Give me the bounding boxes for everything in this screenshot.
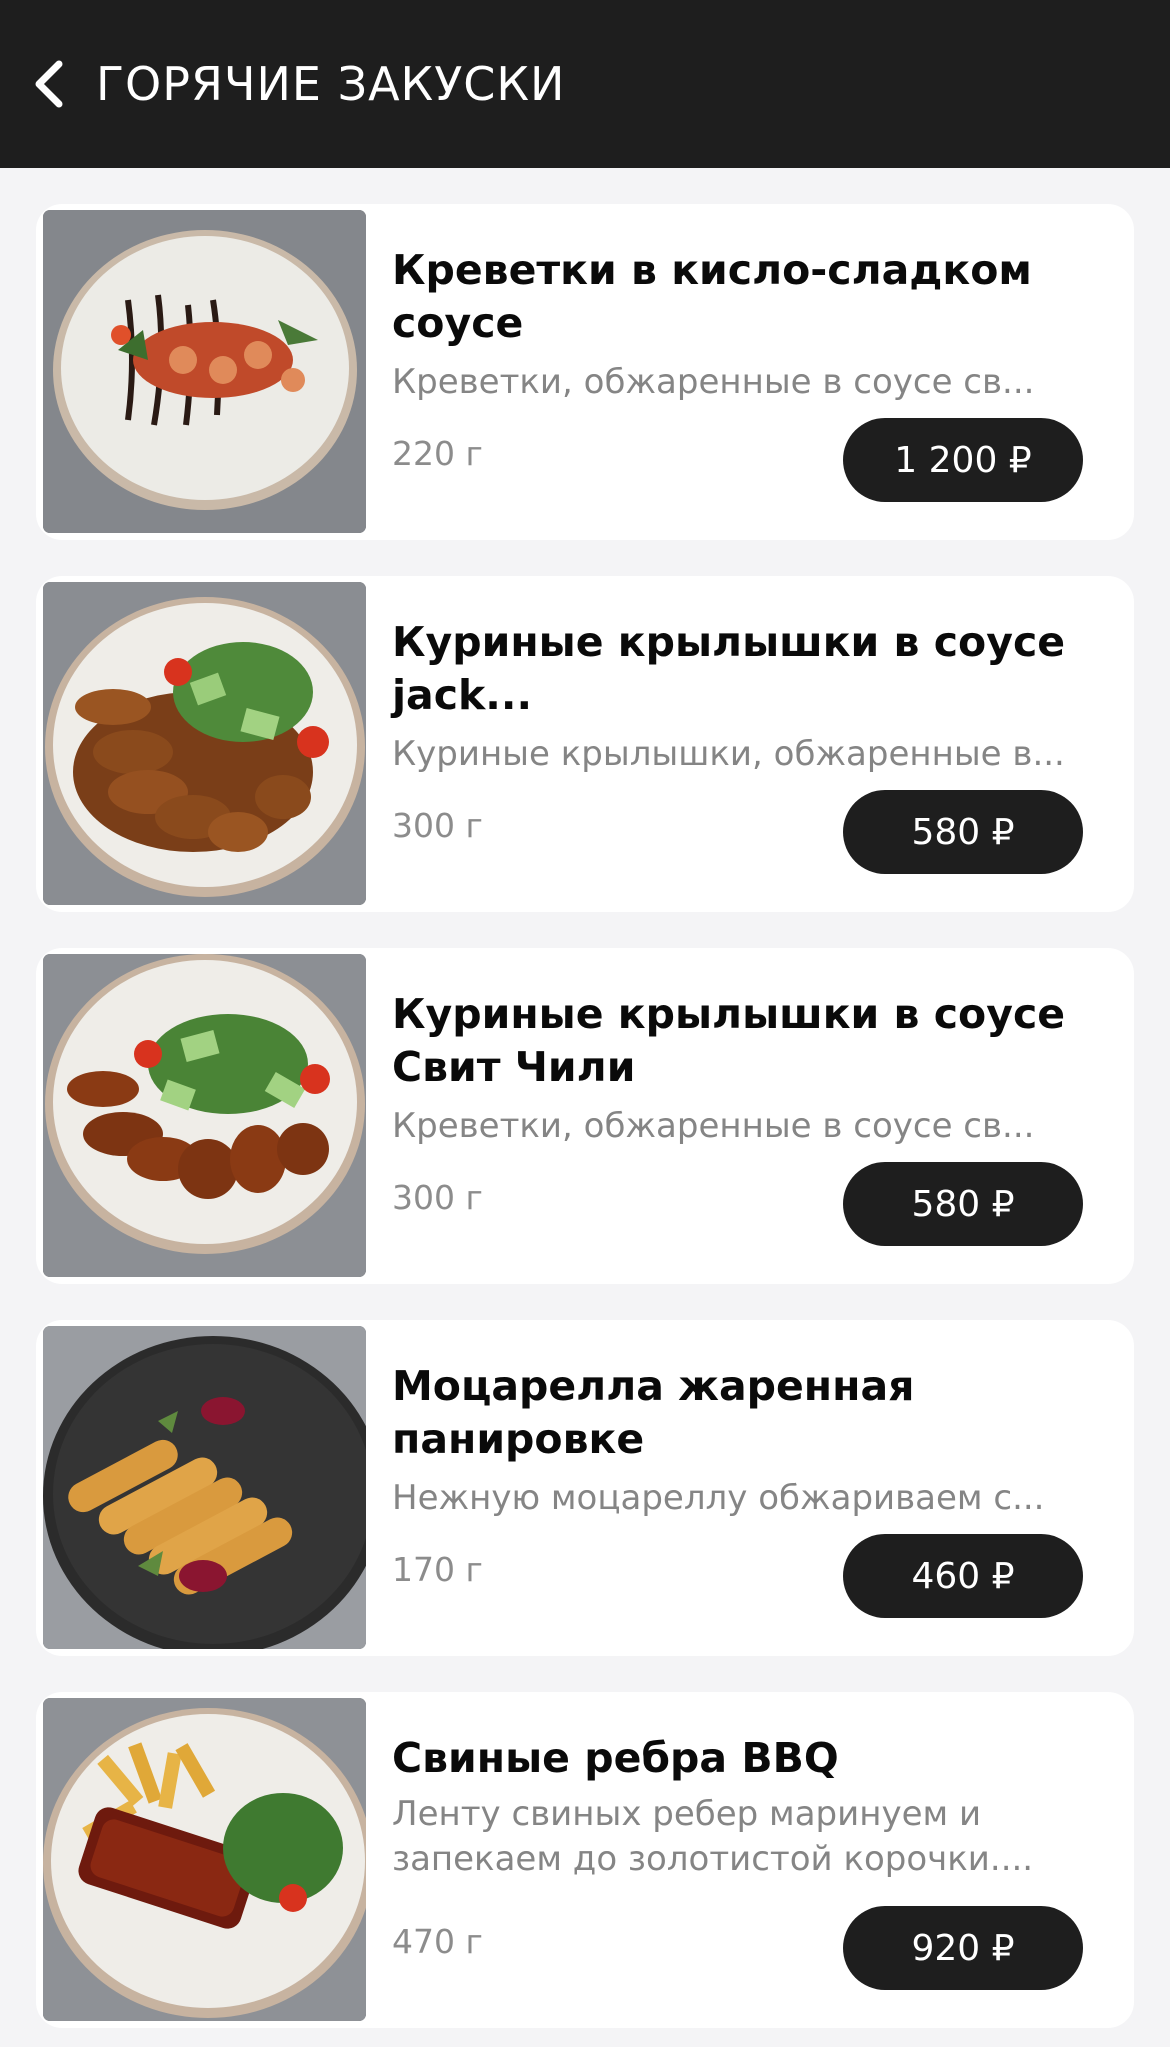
dish-photo-wings-sweet-chili [43,954,366,1277]
dish-photo-wings-jack [43,582,366,905]
add-to-cart-price-button[interactable]: 1 200 ₽ [843,418,1083,502]
dish-weight: 220 г [392,434,483,473]
menu-item-card[interactable]: Куриные крылышки в соусе Свит Чили Креве… [36,948,1134,1284]
add-to-cart-price-button[interactable]: 580 ₽ [843,1162,1083,1246]
dish-title: Моцарелла жаренная панировке [392,1362,915,1463]
back-button[interactable] [28,50,68,118]
dish-description: Куриные крылышки, обжаренные в... [392,734,1065,774]
dish-weight: 470 г [392,1922,483,1961]
menu-item-card[interactable]: Креветки в кисло-сладком соусе Креветки,… [36,204,1134,540]
dish-photo-mozzarella [43,1326,366,1649]
dish-weight: 170 г [392,1550,483,1589]
top-app-bar: ГОРЯЧИЕ ЗАКУСКИ [0,0,1170,168]
dish-weight: 300 г [392,1178,483,1217]
dish-weight: 300 г [392,806,483,845]
dish-title: Куриные крылышки в соусе Свит Чили [392,990,1066,1091]
add-to-cart-price-button[interactable]: 580 ₽ [843,790,1083,874]
menu-item-card[interactable]: Куриные крылышки в соусе jack... Куриные… [36,576,1134,912]
dish-description: Креветки, обжаренные в соусе св... [392,1106,1035,1146]
page-title: ГОРЯЧИЕ ЗАКУСКИ [96,57,566,111]
chevron-left-icon [35,60,63,108]
dish-title: Свиные ребра BBQ [392,1734,839,1782]
dish-title: Куриные крылышки в соусе jack... [392,618,1066,719]
dish-photo-shrimp [43,210,366,533]
dish-description: Креветки, обжаренные в соусе св... [392,362,1035,402]
dish-description: Ленту свиных ребер маринуем и запекаем д… [392,1794,1034,1879]
menu-item-list: Креветки в кисло-сладком соусе Креветки,… [36,204,1134,2028]
menu-item-card[interactable]: Свиные ребра BBQ Ленту свиных ребер мари… [36,1692,1134,2028]
add-to-cart-price-button[interactable]: 460 ₽ [843,1534,1083,1618]
add-to-cart-price-button[interactable]: 920 ₽ [843,1906,1083,1990]
dish-description: Нежную моцареллу обжариваем с... [392,1478,1045,1518]
dish-title: Креветки в кисло-сладком соусе [392,246,1032,347]
dish-photo-pork-ribs [43,1698,366,2021]
menu-item-card[interactable]: Моцарелла жаренная панировке Нежную моца… [36,1320,1134,1656]
